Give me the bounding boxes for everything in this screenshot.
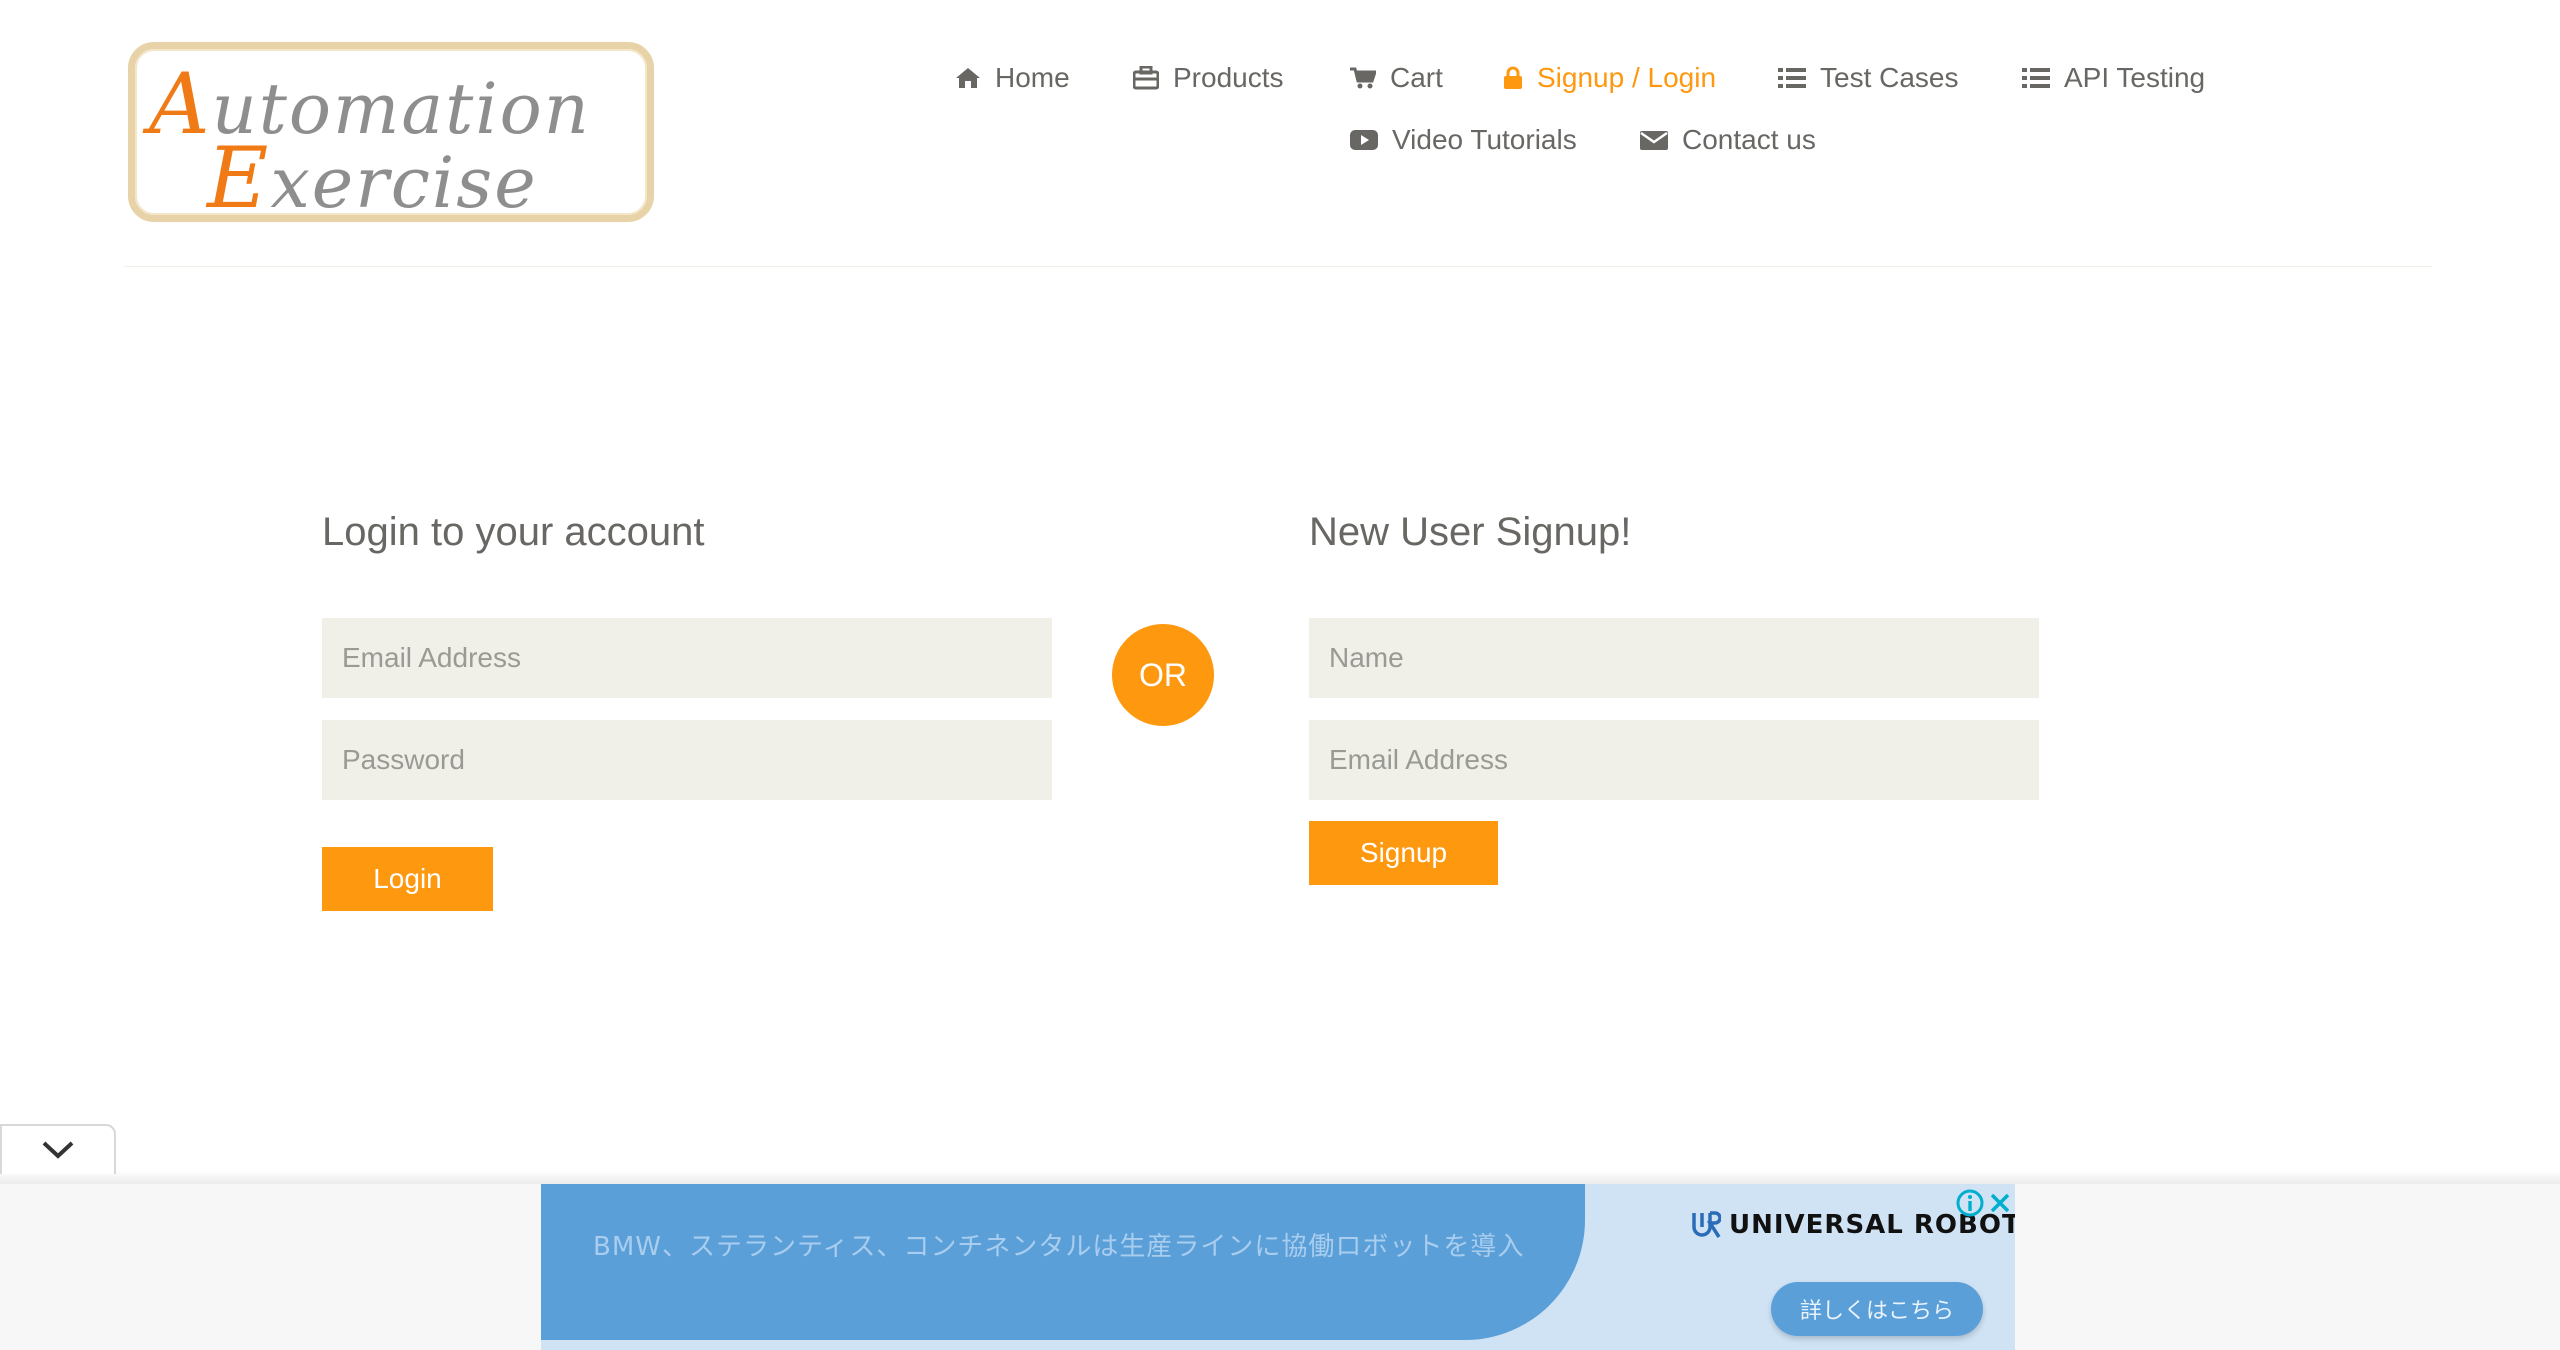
list-icon (2022, 68, 2050, 88)
ad-info-icon[interactable] (1955, 1188, 1985, 1218)
site-logo[interactable]: Automation Exercise (128, 42, 654, 227)
nav-products[interactable]: Products (1133, 62, 1284, 94)
nav-products-label: Products (1173, 62, 1284, 93)
nav-home-label: Home (995, 62, 1070, 93)
nav-video-tutorials[interactable]: Video Tutorials (1350, 124, 1577, 156)
logo-line-2: Exercise (207, 129, 538, 227)
lock-icon (1504, 66, 1522, 89)
login-button[interactable]: Login (322, 847, 493, 911)
briefcase-icon (1133, 66, 1159, 90)
home-icon (956, 68, 980, 88)
login-password-input[interactable] (322, 720, 1052, 800)
signup-button[interactable]: Signup (1309, 821, 1498, 885)
youtube-play-icon (1350, 130, 1378, 150)
ad-blue-panel: BMW、ステランティス、コンチネンタルは生産ラインに協働ロボットを導入 (541, 1184, 1585, 1340)
nav-test-cases-label: Test Cases (1820, 62, 1959, 93)
universal-robots-logo-icon (1692, 1211, 1721, 1238)
chevron-down-icon (42, 1141, 74, 1159)
nav-cart-label: Cart (1390, 62, 1443, 93)
nav-contact-us-label: Contact us (1682, 124, 1816, 155)
login-email-input[interactable] (322, 618, 1052, 698)
signup-title: New User Signup! (1309, 510, 1632, 554)
ad-banner[interactable]: BMW、ステランティス、コンチネンタルは生産ラインに協働ロボットを導入 UNIV… (541, 1184, 2015, 1350)
or-divider-badge: OR (1112, 624, 1214, 726)
signup-name-input[interactable] (1309, 618, 2039, 698)
nav-test-cases[interactable]: Test Cases (1778, 62, 1959, 94)
list-icon (1778, 68, 1806, 88)
cart-icon (1350, 67, 1376, 89)
nav-signup-login-label: Signup / Login (1537, 62, 1717, 93)
ad-collapse-toggle[interactable] (0, 1124, 116, 1174)
nav-cart[interactable]: Cart (1350, 62, 1443, 94)
nav-signup-login[interactable]: Signup / Login (1503, 62, 1716, 94)
ad-headline: BMW、ステランティス、コンチネンタルは生産ラインに協働ロボットを導入 (593, 1232, 1525, 1262)
header-divider (124, 266, 2432, 267)
nav-api-testing[interactable]: API Testing (2022, 62, 2205, 94)
ad-top-shadow (0, 1170, 2560, 1184)
envelope-icon (1640, 131, 1668, 150)
ad-cta-button[interactable]: 詳しくはこちら (1771, 1282, 1983, 1336)
signup-email-input[interactable] (1309, 720, 2039, 800)
nav-video-tutorials-label: Video Tutorials (1392, 124, 1577, 155)
nav-api-testing-label: API Testing (2064, 62, 2206, 93)
nav-home[interactable]: Home (955, 62, 1070, 94)
login-title: Login to your account (322, 510, 705, 554)
nav-contact-us[interactable]: Contact us (1640, 124, 1816, 156)
ad-close-icon[interactable] (1985, 1188, 2015, 1218)
